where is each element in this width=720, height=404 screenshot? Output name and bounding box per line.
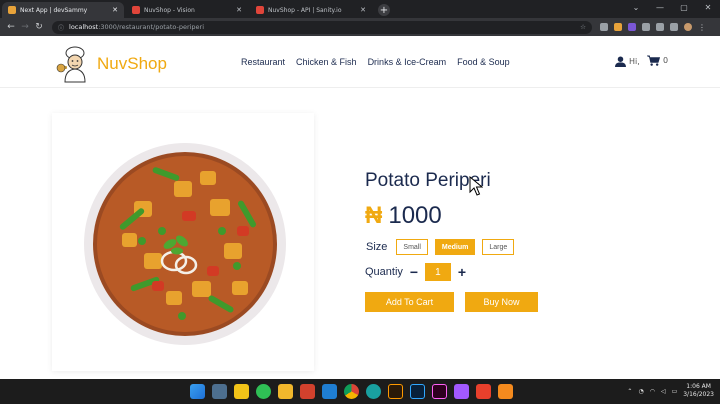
webpage: NuvShop Restaurant Chicken & Fish Drinks… bbox=[0, 36, 720, 379]
tab-title: NuvShop - Vision bbox=[144, 6, 195, 14]
browser-toolbar: ← → ↻ ⓘ localhost:3000/restaurant/potato… bbox=[0, 18, 720, 36]
tab-favicon bbox=[8, 6, 16, 14]
figma-icon[interactable] bbox=[454, 384, 469, 399]
app-icon[interactable] bbox=[476, 384, 491, 399]
url-host: localhost bbox=[69, 23, 99, 31]
app-icon[interactable] bbox=[300, 384, 315, 399]
extension-icon[interactable] bbox=[628, 23, 636, 31]
cart-count: 0 bbox=[663, 56, 669, 65]
sticky-notes-icon[interactable] bbox=[234, 384, 249, 399]
bookmark-star-icon[interactable]: ☆ bbox=[580, 23, 586, 31]
tab-favicon bbox=[256, 6, 264, 14]
chevron-up-icon[interactable]: ⌃ bbox=[627, 388, 632, 395]
system-tray: ⌃ ◔ ◠ ◁ ▭ 1:06 AM 3/16/2023 bbox=[627, 383, 714, 399]
maximize-icon[interactable]: ▢ bbox=[672, 0, 696, 16]
chrome-icon[interactable] bbox=[344, 384, 359, 399]
close-window-icon[interactable]: ✕ bbox=[696, 0, 720, 16]
profile-avatar[interactable] bbox=[684, 23, 692, 31]
size-selector: Size Small Medium Large bbox=[366, 239, 515, 255]
windows-start-icon[interactable] bbox=[190, 384, 205, 399]
decrease-quantity-button[interactable]: − bbox=[409, 264, 419, 280]
tab-title: NuvShop - API | Sanity.io bbox=[268, 6, 342, 14]
site-logo[interactable]: NuvShop bbox=[55, 44, 167, 84]
site-header: NuvShop Restaurant Chicken & Fish Drinks… bbox=[0, 36, 720, 88]
tab-nuvshop-api[interactable]: NuvShop - API | Sanity.io ✕ bbox=[250, 2, 372, 18]
chef-logo-icon bbox=[56, 46, 86, 83]
close-icon[interactable]: ✕ bbox=[112, 6, 118, 14]
battery-icon[interactable]: ▭ bbox=[672, 388, 678, 395]
product-price: ₦ 1000 bbox=[365, 202, 442, 230]
tab-title: Next App | devSammy bbox=[20, 6, 88, 14]
tab-nuvshop-vision[interactable]: NuvShop - Vision ✕ bbox=[126, 2, 248, 18]
clock-time: 1:06 AM bbox=[686, 383, 711, 390]
product-image bbox=[84, 143, 286, 345]
add-to-cart-button[interactable]: Add To Cart bbox=[365, 292, 454, 312]
vscode-icon[interactable] bbox=[322, 384, 337, 399]
brand-name: NuvShop bbox=[97, 54, 167, 73]
buy-now-button[interactable]: Buy Now bbox=[465, 292, 538, 312]
menu-dots-icon[interactable]: ⋮ bbox=[698, 23, 706, 32]
photoshop-icon[interactable] bbox=[410, 384, 425, 399]
product-actions: Add To Cart Buy Now bbox=[365, 292, 538, 312]
clock[interactable]: 1:06 AM 3/16/2023 bbox=[683, 383, 714, 399]
back-arrow-icon[interactable]: ← bbox=[4, 22, 18, 32]
photos-icon[interactable] bbox=[212, 384, 227, 399]
browser-tab-strip: Next App | devSammy ✕ NuvShop - Vision ✕… bbox=[0, 0, 720, 18]
nav-item-restaurant[interactable]: Restaurant bbox=[241, 57, 285, 67]
reload-icon[interactable]: ↻ bbox=[32, 22, 46, 32]
tab-next-app[interactable]: Next App | devSammy ✕ bbox=[2, 2, 124, 18]
new-tab-button[interactable]: + bbox=[378, 4, 390, 16]
url-path: :3000/restaurant/potato-periperi bbox=[98, 23, 205, 31]
extensions-area: ⋮ bbox=[600, 23, 706, 32]
app-icon[interactable] bbox=[366, 384, 381, 399]
extension-icon[interactable] bbox=[642, 23, 650, 31]
size-option-small[interactable]: Small bbox=[396, 239, 428, 255]
sidepanel-icon[interactable] bbox=[670, 23, 678, 31]
user-menu[interactable]: Hi, bbox=[615, 56, 640, 67]
quantity-value[interactable]: 1 bbox=[424, 263, 451, 281]
extension-icon[interactable] bbox=[614, 23, 622, 31]
extension-icon[interactable] bbox=[600, 23, 608, 31]
window-controls: ⌄ — ▢ ✕ bbox=[624, 0, 720, 16]
address-bar[interactable]: ⓘ localhost:3000/restaurant/potato-perip… bbox=[52, 20, 592, 34]
size-label: Size bbox=[366, 241, 388, 253]
close-icon[interactable]: ✕ bbox=[236, 6, 242, 14]
size-option-medium[interactable]: Medium bbox=[434, 239, 476, 255]
network-icon[interactable]: ◔ bbox=[638, 388, 643, 395]
nav-item-drinks-ice-cream[interactable]: Drinks & Ice-Cream bbox=[368, 57, 447, 67]
quantity-stepper: Quantiy − 1 + bbox=[365, 263, 467, 281]
price-value: 1000 bbox=[388, 202, 442, 229]
user-greeting: Hi, bbox=[629, 57, 640, 66]
main-nav: Restaurant Chicken & Fish Drinks & Ice-C… bbox=[241, 57, 510, 67]
tab-favicon bbox=[132, 6, 140, 14]
forward-arrow-icon[interactable]: → bbox=[18, 22, 32, 32]
mouse-cursor-icon bbox=[469, 176, 483, 196]
taskbar-apps bbox=[190, 384, 513, 399]
illustrator-icon[interactable] bbox=[388, 384, 403, 399]
minimize-icon[interactable]: — bbox=[648, 0, 672, 16]
user-icon bbox=[615, 56, 626, 67]
quantity-label: Quantiy bbox=[365, 266, 403, 278]
xd-icon[interactable] bbox=[432, 384, 447, 399]
currency-symbol: ₦ bbox=[365, 202, 383, 229]
cart-button[interactable]: 0 bbox=[647, 55, 668, 66]
nav-item-chicken-fish[interactable]: Chicken & Fish bbox=[296, 57, 357, 67]
wifi-icon[interactable]: ◠ bbox=[650, 388, 655, 395]
size-option-large[interactable]: Large bbox=[482, 239, 515, 255]
clock-date: 3/16/2023 bbox=[683, 391, 714, 398]
info-icon[interactable]: ⓘ bbox=[58, 23, 64, 32]
chevron-down-icon[interactable]: ⌄ bbox=[624, 0, 648, 16]
whatsapp-icon[interactable] bbox=[256, 384, 271, 399]
file-explorer-icon[interactable] bbox=[278, 384, 293, 399]
vlc-icon[interactable] bbox=[498, 384, 513, 399]
cart-icon bbox=[647, 55, 660, 66]
volume-icon[interactable]: ◁ bbox=[661, 388, 666, 395]
nav-item-food-soup[interactable]: Food & Soup bbox=[457, 57, 510, 67]
increase-quantity-button[interactable]: + bbox=[457, 264, 467, 280]
close-icon[interactable]: ✕ bbox=[360, 6, 366, 14]
windows-taskbar: ⌃ ◔ ◠ ◁ ▭ 1:06 AM 3/16/2023 bbox=[0, 379, 720, 404]
puzzle-icon[interactable] bbox=[656, 23, 664, 31]
